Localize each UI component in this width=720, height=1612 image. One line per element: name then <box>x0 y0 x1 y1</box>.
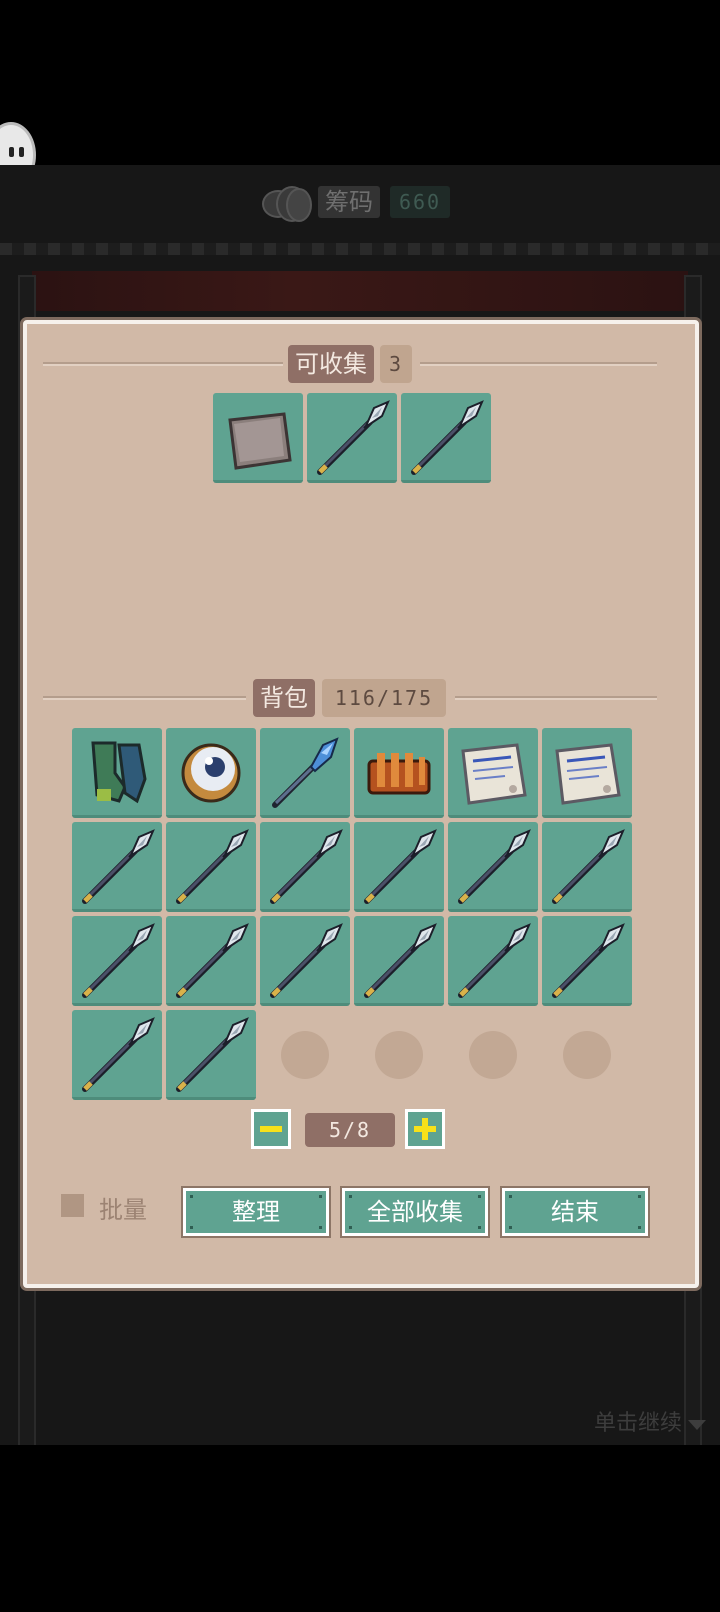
item-slot[interactable] <box>72 1010 162 1100</box>
tap-continue-label: 单击继续 <box>593 1411 682 1436</box>
spear-icon <box>364 923 437 998</box>
item-slot[interactable] <box>542 728 632 818</box>
item-slot[interactable] <box>260 916 350 1006</box>
chips-value: 660 <box>390 186 450 218</box>
empty-slot[interactable] <box>563 1031 611 1079</box>
item-slot[interactable] <box>72 822 162 912</box>
spear-icon <box>270 829 343 904</box>
item-slot[interactable] <box>166 916 256 1006</box>
spear-icon <box>317 400 390 475</box>
end-button-label: 结束 <box>551 1198 599 1226</box>
chips-label: 筹码 <box>318 186 380 218</box>
spear-icon <box>82 829 155 904</box>
spear-icon <box>176 923 249 998</box>
item-slot[interactable] <box>354 728 444 818</box>
empty-slot[interactable] <box>281 1031 329 1079</box>
item-slot[interactable] <box>448 916 538 1006</box>
down-arrow-icon <box>688 1420 706 1430</box>
batch-label: 批量 <box>99 1196 147 1224</box>
page-next-button[interactable] <box>405 1109 445 1149</box>
crystal-orb-icon <box>181 743 241 803</box>
paper-scroll-icon <box>555 743 621 805</box>
item-slot[interactable] <box>166 728 256 818</box>
collect-all-button-label: 全部收集 <box>367 1198 463 1226</box>
paper-scroll-icon <box>461 743 527 805</box>
spear-icon <box>552 829 625 904</box>
item-slot[interactable] <box>166 1010 256 1100</box>
status-bar-area <box>0 0 720 165</box>
section-divider <box>420 362 657 366</box>
navigation-bar-area <box>0 1445 720 1612</box>
spear-icon <box>458 923 531 998</box>
empty-slot[interactable] <box>469 1031 517 1079</box>
item-slot[interactable] <box>72 728 162 818</box>
page-prev-button[interactable] <box>251 1109 291 1149</box>
spear-icon <box>364 829 437 904</box>
batch-checkbox[interactable] <box>61 1194 84 1217</box>
section-divider <box>455 696 657 700</box>
page-indicator: 5/8 <box>305 1113 395 1147</box>
item-slot[interactable] <box>166 822 256 912</box>
sort-button-label: 整理 <box>232 1198 280 1226</box>
plus-icon <box>414 1118 436 1140</box>
spear-icon <box>458 829 531 904</box>
collectible-count: 3 <box>380 345 412 383</box>
item-slot[interactable] <box>354 822 444 912</box>
spear-icon <box>270 923 343 998</box>
green-gauntlet-icon <box>91 741 147 804</box>
spear-icon <box>176 829 249 904</box>
spear-icon <box>411 400 484 475</box>
item-slot[interactable] <box>354 916 444 1006</box>
minus-icon <box>260 1126 282 1132</box>
item-slot[interactable] <box>448 822 538 912</box>
stone-slab-icon <box>228 412 292 470</box>
item-slot[interactable] <box>213 393 303 483</box>
item-slot[interactable] <box>307 393 397 483</box>
sort-button[interactable]: 整理 <box>183 1188 329 1236</box>
spear-icon <box>82 923 155 998</box>
tap-to-continue[interactable]: 单击继续 <box>594 1405 706 1437</box>
collect-all-button[interactable]: 全部收集 <box>342 1188 488 1236</box>
coin-stack-icon <box>262 184 318 222</box>
collectible-title: 可收集 <box>288 345 374 383</box>
item-slot[interactable] <box>260 728 350 818</box>
potion-belt-icon <box>367 753 431 795</box>
spear-icon <box>552 923 625 998</box>
item-slot[interactable] <box>448 728 538 818</box>
item-slot[interactable] <box>401 393 491 483</box>
empty-slot[interactable] <box>375 1031 423 1079</box>
item-slot[interactable] <box>542 822 632 912</box>
item-slot[interactable] <box>72 916 162 1006</box>
blue-spear-icon <box>272 737 339 808</box>
backpack-title: 背包 <box>253 679 315 717</box>
item-slot[interactable] <box>260 822 350 912</box>
item-slot[interactable] <box>542 916 632 1006</box>
section-divider <box>43 362 283 366</box>
spear-icon <box>176 1017 249 1092</box>
backpack-capacity: 116/175 <box>322 679 446 717</box>
end-button[interactable]: 结束 <box>502 1188 648 1236</box>
section-divider <box>43 696 246 700</box>
spear-icon <box>82 1017 155 1092</box>
